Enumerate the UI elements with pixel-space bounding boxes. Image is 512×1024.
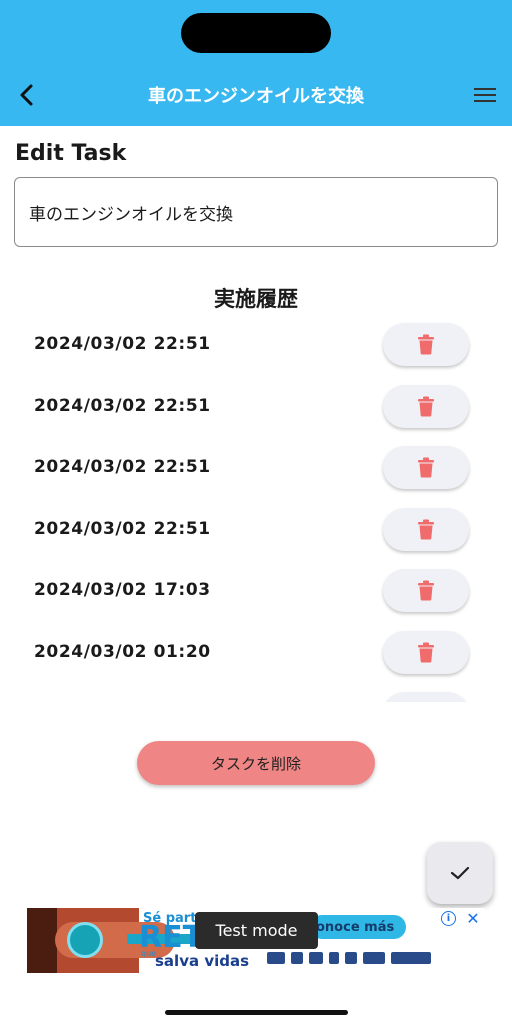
delete-history-button[interactable] [383, 446, 469, 489]
history-date: 2024/03/02 22:51 [34, 518, 211, 539]
history-row: 2024/03/02 17:03 [0, 564, 512, 626]
dynamic-island [181, 13, 331, 53]
chevron-left-icon [20, 84, 33, 106]
app-bar: 車のエンジンオイルを交換 [0, 0, 512, 126]
history-row: 2024/03/02 22:51 [0, 441, 512, 503]
delete-history-button[interactable] [383, 692, 469, 702]
history-date: 2024/03/02 22:51 [34, 395, 211, 416]
save-button[interactable] [427, 842, 493, 904]
section-title: Edit Task [15, 141, 127, 166]
page-title: 車のエンジンオイルを交換 [148, 86, 364, 107]
history-row: 2024/03/02 22:51 [0, 380, 512, 442]
ad-subline: salva vidas [155, 952, 250, 970]
info-icon[interactable]: i [441, 911, 456, 926]
ad-sponsor-logos [267, 946, 447, 970]
back-button[interactable] [10, 78, 44, 112]
trash-icon [418, 580, 434, 601]
ad-small-text: que [141, 949, 157, 958]
close-icon[interactable]: ✕ [464, 909, 482, 928]
history-date: 2024/03/02 17:03 [34, 580, 211, 600]
ad-cta-button[interactable]: onoce más [310, 915, 406, 939]
delete-history-button[interactable] [383, 323, 469, 366]
trash-icon [418, 519, 434, 539]
history-date: 2024/03/02 01:20 [34, 641, 211, 662]
delete-history-button[interactable] [383, 630, 469, 674]
delete-history-button[interactable] [383, 569, 469, 612]
menu-button[interactable] [470, 80, 500, 110]
task-name-input[interactable] [14, 177, 498, 247]
history-row: 2024/03/02 01:20 [0, 626, 512, 688]
history-title: 実施履歴 [214, 287, 298, 311]
trash-icon [418, 334, 434, 355]
history-row [0, 687, 512, 702]
trash-icon [418, 457, 434, 478]
delete-history-button[interactable] [383, 384, 469, 428]
history-list[interactable]: 2024/03/02 22:51 2024/03/02 22:51 2024/03/… [0, 318, 512, 702]
checkmark-icon [450, 866, 470, 880]
test-mode-label: Test mode [195, 912, 318, 949]
trash-icon [418, 396, 434, 416]
delete-history-button[interactable] [383, 507, 469, 551]
history-row: 2024/03/02 22:51 [0, 503, 512, 565]
trash-icon [418, 642, 434, 662]
delete-task-button[interactable]: タスクを削除 [137, 741, 375, 785]
history-date: 2024/03/02 22:51 [34, 457, 211, 477]
history-row: 2024/03/02 22:51 [0, 318, 512, 380]
hamburger-menu-icon [474, 88, 496, 102]
ad-image [27, 908, 175, 973]
home-indicator [165, 1010, 348, 1015]
history-date: 2024/03/02 22:51 [34, 334, 211, 354]
